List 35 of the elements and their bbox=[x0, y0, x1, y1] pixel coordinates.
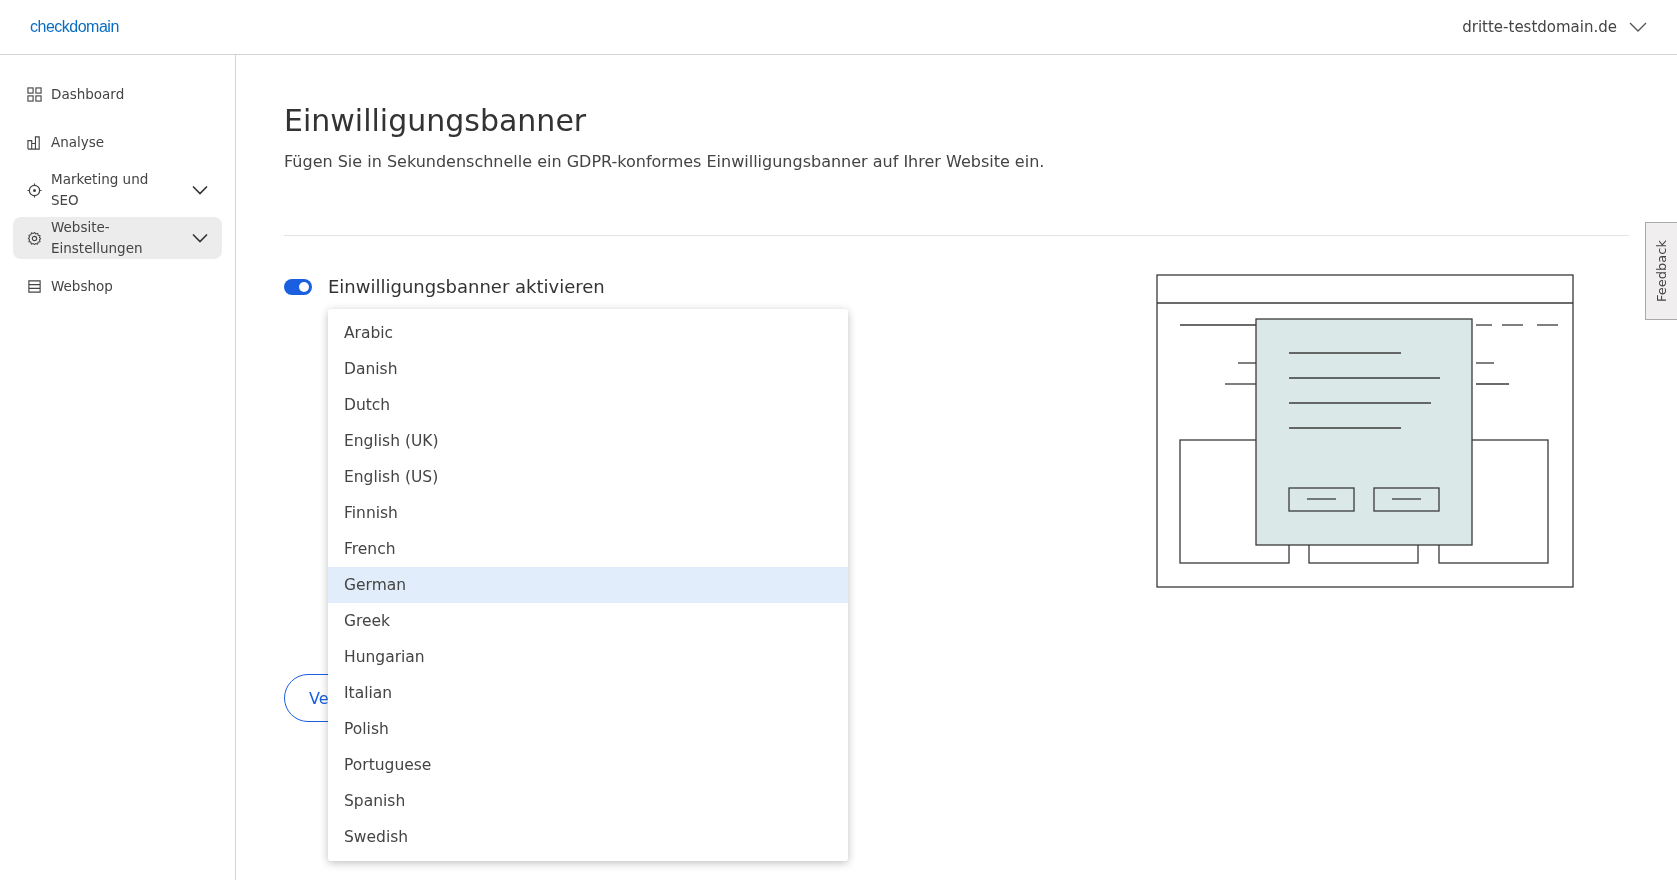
store-icon bbox=[27, 278, 42, 294]
chevron-down-icon bbox=[192, 233, 208, 243]
dropdown-option[interactable]: Dutch bbox=[328, 387, 848, 423]
dropdown-option[interactable]: German bbox=[328, 567, 848, 603]
sidebar-item[interactable]: Analyse bbox=[13, 121, 222, 163]
dropdown-option[interactable]: Hungarian bbox=[328, 639, 848, 675]
page-subtitle: Fügen Sie in Sekundenschnelle ein GDPR-konformes Einwilligungsbanner auf Ihrer Website ein. bbox=[284, 152, 1046, 171]
logo[interactable]: checkdomain bbox=[30, 18, 119, 36]
dropdown-option[interactable]: Arabic bbox=[328, 315, 848, 351]
dropdown-option[interactable]: Danish bbox=[328, 351, 848, 387]
dropdown-option[interactable]: English (UK) bbox=[328, 423, 848, 459]
dropdown-option[interactable]: French bbox=[328, 531, 848, 567]
dropdown-option[interactable]: Portuguese bbox=[328, 747, 848, 783]
dropdown-option[interactable]: Finnish bbox=[328, 495, 848, 531]
page-title: Einwilligungsbanner bbox=[284, 103, 588, 138]
chevron-down-icon bbox=[192, 185, 208, 195]
domain-selector[interactable]: dritte-testdomain.de bbox=[1462, 18, 1647, 36]
dropdown-option[interactable]: English (US) bbox=[328, 459, 848, 495]
dropdown-option[interactable]: Greek bbox=[328, 603, 848, 639]
settings-icon bbox=[27, 230, 42, 246]
dropdown-option[interactable]: Italian bbox=[328, 675, 848, 711]
chevron-down-icon bbox=[1629, 22, 1647, 32]
sidebar-item[interactable]: Webshop bbox=[13, 265, 222, 307]
target-icon bbox=[27, 182, 42, 198]
sidebar-item[interactable]: Marketing und SEO bbox=[13, 169, 222, 211]
grid-icon bbox=[27, 86, 42, 102]
toggle-switch[interactable] bbox=[284, 278, 312, 295]
toggle-label: Einwilligungsbanner aktivieren bbox=[328, 276, 605, 297]
sidebar-item[interactable]: Dashboard bbox=[13, 73, 222, 115]
dropdown-option[interactable]: Polish bbox=[328, 711, 848, 747]
dropdown-option[interactable]: Swedish bbox=[328, 819, 848, 855]
sidebar-item[interactable]: Website-Einstellungen bbox=[13, 217, 222, 259]
dropdown-option[interactable]: Spanish bbox=[328, 783, 848, 819]
feedback-tab[interactable]: Feedback bbox=[1645, 222, 1677, 320]
bar-chart-icon bbox=[27, 134, 42, 150]
